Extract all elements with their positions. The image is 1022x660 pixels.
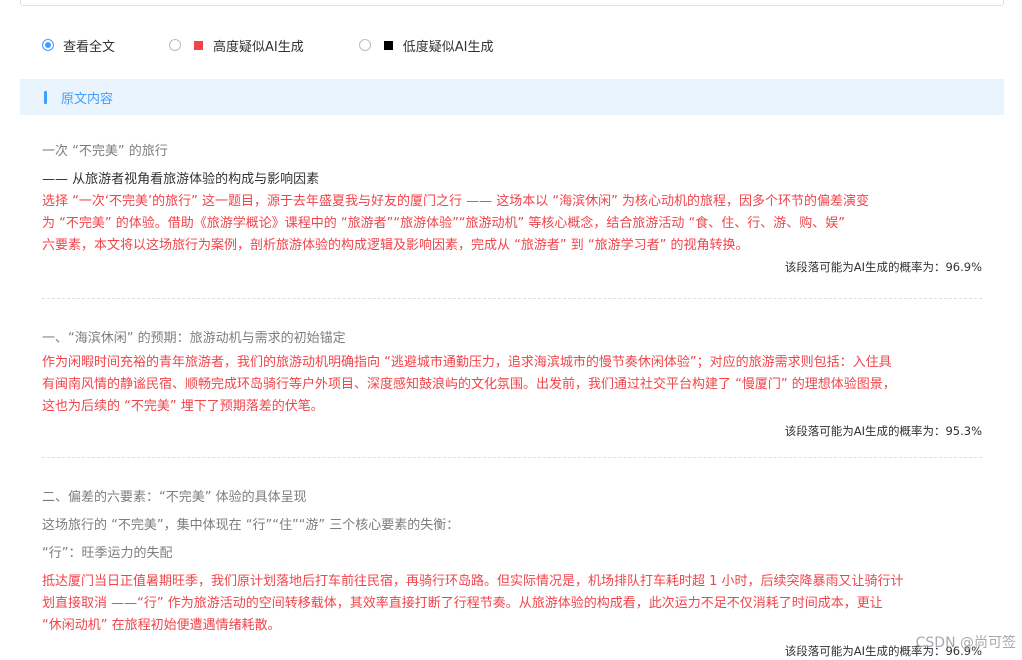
black-legend-swatch-icon — [383, 40, 393, 50]
article-title: 一次 “不完美” 的旅行 — [42, 144, 168, 159]
article-subtitle: —— 从旅游者视角看旅游体验的构成与影响因素 — [42, 172, 320, 187]
radio-label: 查看全文 — [63, 39, 116, 55]
paragraph-line: 划直接取消 ——“行” 作为旅游活动的空间转移载体，其效率直接打断了行程节奏。从… — [42, 596, 883, 611]
paragraph-block: 一次 “不完美” 的旅行 —— 从旅游者视角看旅游体验的构成与影响因素 选择 “… — [42, 140, 982, 277]
watermark: CSDN @尚可签 — [915, 635, 1016, 651]
paragraph-line: 抵达厦门当日正值暑期旺季，我们原计划落地后打车前往民宿，再骑行环岛路。但实际情况… — [42, 574, 904, 589]
radio-unchecked-icon — [358, 39, 371, 51]
original-content-header: 原文内容 — [20, 79, 1004, 115]
radio-label: 高度疑似AI生成 — [213, 39, 304, 55]
ai-probability-label: 该段落可能为AI生成的概率为：96.9% — [784, 644, 982, 658]
subsection-heading: “行”：旺季运力的失配 — [42, 546, 173, 561]
section-marker-icon — [44, 90, 47, 104]
section-heading: 一、“海滨休闲” 的预期：旅游动机与需求的初始锚定 — [42, 331, 346, 346]
paragraph-block: 二、偏差的六要素：“不完美” 体验的具体呈现 这场旅行的 “不完美”，集中体现在… — [42, 458, 982, 660]
paragraph-line: “休闲动机” 在旅程初始便遭遇情绪耗散。 — [42, 618, 281, 633]
paragraph-line: 选择 “一次‘不完美’的旅行” 这一题目，源于去年盛夏我与好友的厦门之行 —— … — [42, 194, 869, 209]
view-filter-radio-group: 查看全文 高度疑似AI生成 低度疑似AI生成 — [42, 35, 493, 55]
original-content-body: 一次 “不完美” 的旅行 —— 从旅游者视角看旅游体验的构成与影响因素 选择 “… — [42, 140, 982, 660]
radio-unchecked-icon — [169, 39, 182, 51]
paragraph-line: 有闽南风情的静谧民宿、顺畅完成环岛骑行等户外项目、深度感知鼓浪屿的文化氛围。出发… — [42, 377, 896, 392]
paragraph-line: 这也为后续的 “不完美” 埋下了预期落差的伏笔。 — [42, 399, 324, 414]
radio-high-ai-suspect[interactable]: 高度疑似AI生成 — [169, 36, 304, 55]
radio-label: 低度疑似AI生成 — [402, 39, 494, 55]
radio-low-ai-suspect[interactable]: 低度疑似AI生成 — [358, 36, 494, 55]
paragraph-block: 一、“海滨休闲” 的预期：旅游动机与需求的初始锚定 作为闲暇时间充裕的青年旅游者… — [42, 299, 982, 441]
detection-result-page: 查看全文 高度疑似AI生成 低度疑似AI生成 原文内容 一次 “不完美” 的旅行… — [0, 0, 1022, 660]
paragraph-line: 为 “不完美” 的体验。借助《旅游学概论》课程中的 “旅游者”“旅游体验”“旅游… — [42, 216, 846, 231]
paragraph-line: 这场旅行的 “不完美”，集中体现在 “行”“住”“游” 三个核心要素的失衡： — [42, 518, 460, 533]
ai-probability-label: 该段落可能为AI生成的概率为：96.9% — [784, 260, 982, 274]
paragraph-line: 六要素，本文将以这场旅行为案例，剖析旅游体验的构成逻辑及影响因素，完成从 “旅游… — [42, 238, 749, 253]
red-legend-swatch-icon — [194, 40, 204, 50]
section-heading: 二、偏差的六要素：“不完美” 体验的具体呈现 — [42, 490, 307, 505]
ai-probability-label: 该段落可能为AI生成的概率为：95.3% — [784, 424, 982, 438]
section-title: 原文内容 — [61, 91, 114, 107]
radio-view-full-text[interactable]: 查看全文 — [42, 36, 115, 55]
paragraph-line: 作为闲暇时间充裕的青年旅游者，我们的旅游动机明确指向 “逃避城市通勤压力，追求海… — [42, 355, 892, 370]
top-input-box[interactable] — [20, 0, 1004, 6]
radio-checked-icon — [42, 39, 54, 51]
